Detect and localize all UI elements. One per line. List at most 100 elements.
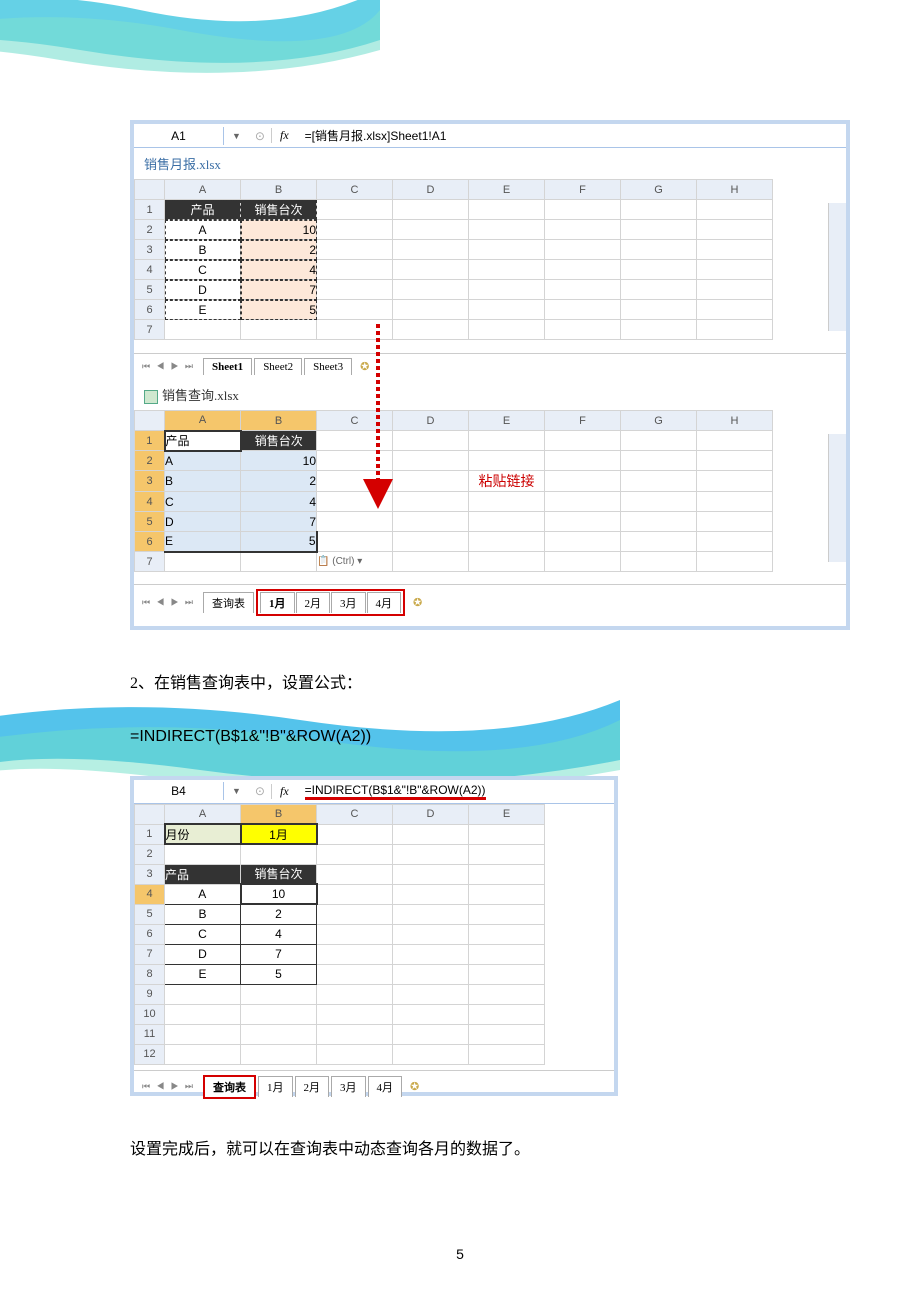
row-header[interactable]: 2 xyxy=(135,451,165,471)
col-header[interactable]: E xyxy=(469,180,545,200)
cell[interactable]: D xyxy=(165,944,241,964)
cell[interactable]: 2 xyxy=(241,904,317,924)
cell[interactable]: 5 xyxy=(241,532,317,552)
cell[interactable]: E xyxy=(165,300,241,320)
row-header[interactable]: 5 xyxy=(135,512,165,532)
cell[interactable]: 月份 xyxy=(165,824,241,844)
row-header[interactable]: 3 xyxy=(135,240,165,260)
cell[interactable]: 产品 xyxy=(165,431,241,451)
row-header[interactable]: 6 xyxy=(135,924,165,944)
sheet-tab[interactable]: Sheet2 xyxy=(254,358,302,375)
name-box[interactable]: A1 xyxy=(134,127,224,145)
row-header[interactable]: 11 xyxy=(135,1024,165,1044)
row-header[interactable]: 4 xyxy=(135,884,165,904)
cell[interactable]: C xyxy=(165,260,241,280)
col-header[interactable]: D xyxy=(393,411,469,431)
col-header[interactable]: C xyxy=(317,804,393,824)
col-header[interactable]: E xyxy=(469,411,545,431)
cell[interactable]: 2 xyxy=(241,471,317,492)
row-header[interactable]: 10 xyxy=(135,1004,165,1024)
sheet-tab[interactable]: 2月 xyxy=(295,1076,330,1097)
row-header[interactable]: 2 xyxy=(135,844,165,864)
cell[interactable]: 4 xyxy=(241,260,317,280)
row-header[interactable]: 7 xyxy=(135,320,165,340)
sheet-nav-icon[interactable]: ⏮ ◀ ▶ ⏭ xyxy=(142,597,195,608)
col-header[interactable]: G xyxy=(621,180,697,200)
name-box-dropdown-icon[interactable]: ▼ xyxy=(224,786,249,796)
cell[interactable]: A xyxy=(165,220,241,240)
scrollbar[interactable] xyxy=(828,434,846,562)
col-header[interactable]: H xyxy=(697,411,773,431)
row-header[interactable]: 1 xyxy=(135,431,165,451)
row-header[interactable]: 3 xyxy=(135,864,165,884)
cell[interactable]: C xyxy=(165,924,241,944)
cell[interactable]: B xyxy=(165,471,241,492)
sheet-tab[interactable]: 查询表 xyxy=(203,592,254,613)
col-header[interactable]: B xyxy=(241,411,317,431)
fx-icon[interactable]: fx xyxy=(271,128,297,143)
cell[interactable]: 产品 xyxy=(165,200,241,220)
col-header[interactable]: F xyxy=(545,411,621,431)
name-box[interactable]: B4 xyxy=(134,782,224,800)
col-header[interactable]: A xyxy=(165,411,241,431)
cell[interactable]: 10 xyxy=(241,220,317,240)
sheet-tab[interactable]: Sheet3 xyxy=(304,358,352,375)
cell[interactable]: 5 xyxy=(241,964,317,984)
row-header[interactable]: 6 xyxy=(135,300,165,320)
sheet-tab[interactable]: Sheet1 xyxy=(203,358,252,375)
col-header[interactable]: E xyxy=(469,804,545,824)
cell[interactable]: B xyxy=(165,240,241,260)
sheet-nav-icon[interactable]: ⏮ ◀ ▶ ⏭ xyxy=(142,361,195,372)
cell[interactable]: 产品 xyxy=(165,864,241,884)
col-header[interactable]: H xyxy=(697,180,773,200)
cell[interactable]: D xyxy=(165,512,241,532)
sheet-tab[interactable]: 4月 xyxy=(367,592,402,613)
row-header[interactable]: 7 xyxy=(135,944,165,964)
scrollbar[interactable] xyxy=(828,203,846,331)
new-sheet-icon[interactable]: ✪ xyxy=(404,1080,425,1093)
sheet-tab[interactable]: 4月 xyxy=(368,1076,403,1097)
col-header[interactable]: G xyxy=(621,411,697,431)
row-header[interactable]: 3 xyxy=(135,471,165,492)
paste-options-button[interactable]: 📋 (Ctrl) ▾ xyxy=(317,552,393,572)
cell[interactable]: B xyxy=(165,904,241,924)
col-header[interactable]: D xyxy=(393,180,469,200)
col-header[interactable]: B xyxy=(241,180,317,200)
name-box-dropdown-icon[interactable]: ▼ xyxy=(224,131,249,141)
cell[interactable]: A xyxy=(165,451,241,471)
cell[interactable]: 销售台次 xyxy=(241,431,317,451)
sheet-tab[interactable]: 1月 xyxy=(258,1076,293,1097)
new-sheet-icon[interactable]: ✪ xyxy=(407,596,428,609)
row-header[interactable]: 6 xyxy=(135,532,165,552)
grid-1[interactable]: A B C D E F G H 1 产品 销售台次 2 A 10 3 xyxy=(134,179,846,340)
row-header[interactable]: 9 xyxy=(135,984,165,1004)
cell[interactable]: 销售台次 xyxy=(241,200,317,220)
active-cell[interactable]: 10 xyxy=(241,884,317,904)
row-header[interactable]: 12 xyxy=(135,1044,165,1064)
cell[interactable]: 2 xyxy=(241,240,317,260)
cell[interactable]: 10 xyxy=(241,451,317,471)
sheet-tab[interactable]: 2月 xyxy=(296,592,331,613)
row-header[interactable]: 4 xyxy=(135,492,165,512)
sheet-tab[interactable]: 3月 xyxy=(331,592,366,613)
fx-icon[interactable]: fx xyxy=(271,784,297,799)
col-header[interactable]: A xyxy=(165,804,241,824)
row-header[interactable]: 7 xyxy=(135,552,165,572)
col-header[interactable]: D xyxy=(393,804,469,824)
cell[interactable]: 5 xyxy=(241,300,317,320)
cell[interactable]: 4 xyxy=(241,492,317,512)
sheet-tab[interactable]: 3月 xyxy=(331,1076,366,1097)
row-header[interactable]: 1 xyxy=(135,200,165,220)
cell[interactable]: 7 xyxy=(241,280,317,300)
row-header[interactable]: 1 xyxy=(135,824,165,844)
sheet-nav-icon[interactable]: ⏮ ◀ ▶ ⏭ xyxy=(142,1081,195,1092)
cell[interactable]: E xyxy=(165,532,241,552)
row-header[interactable]: 2 xyxy=(135,220,165,240)
col-header[interactable]: B xyxy=(241,804,317,824)
sheet-tab[interactable]: 1月 xyxy=(260,592,295,613)
col-header[interactable]: C xyxy=(317,180,393,200)
formula-bar[interactable]: =INDIRECT(B$1&"!B"&ROW(A2)) xyxy=(297,783,486,800)
sheet-tab-highlighted[interactable]: 查询表 xyxy=(203,1075,256,1099)
cell[interactable]: 7 xyxy=(241,512,317,532)
cell[interactable]: C xyxy=(165,492,241,512)
